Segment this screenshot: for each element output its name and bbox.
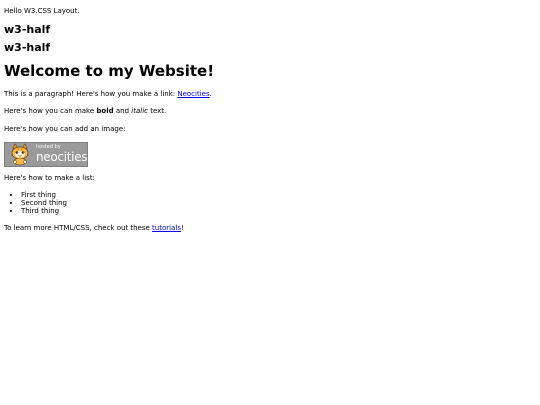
w3-half-heading-2: w3-half bbox=[4, 41, 51, 55]
badge-neocities-text: neocities bbox=[36, 150, 88, 165]
paragraph-learn: To learn more HTML/CSS, check out these … bbox=[4, 224, 536, 232]
page-title: Welcome to my Website! bbox=[4, 62, 215, 81]
list-item: Second thing bbox=[21, 199, 536, 207]
paragraph-image: Here's how you can add an image: bbox=[4, 124, 126, 133]
list-item: Third thing bbox=[21, 207, 536, 215]
bold-text: bold bbox=[96, 107, 114, 116]
paragraph-learn-suffix: ! bbox=[180, 223, 184, 232]
badge-hosted-by-text: hosted by bbox=[36, 144, 61, 151]
paragraph-link-suffix: . bbox=[209, 90, 212, 99]
paragraph-list: Here's how to make a list: bbox=[4, 173, 95, 182]
bullet-list: First thing Second thing Third thing bbox=[4, 191, 536, 215]
hosted-by-neocities-badge: hosted by neocities bbox=[4, 141, 88, 167]
paragraph-format-prefix: Here's how you can make bbox=[4, 107, 97, 116]
italic-text: italic bbox=[131, 107, 148, 116]
paragraph-format: Here's how you can make bold and italic … bbox=[4, 107, 536, 115]
neocities-link[interactable]: Neocities bbox=[177, 90, 209, 98]
paragraph-format-middle: and bbox=[113, 107, 132, 116]
list-item: First thing bbox=[21, 191, 536, 199]
hello-text: Hello W3.CSS Layout. bbox=[4, 7, 80, 15]
paragraph-format-suffix: text. bbox=[147, 107, 167, 116]
neocities-cat-icon bbox=[5, 142, 35, 166]
paragraph-link-prefix: This is a paragraph! Here's how you make… bbox=[4, 90, 178, 99]
w3-half-heading-1: w3-half bbox=[4, 23, 51, 37]
paragraph-link: This is a paragraph! Here's how you make… bbox=[4, 90, 536, 98]
tutorials-link[interactable]: tutorials bbox=[152, 224, 181, 232]
paragraph-learn-prefix: To learn more HTML/CSS, check out these bbox=[4, 223, 153, 232]
badge-text: hosted by neocities bbox=[36, 144, 88, 165]
